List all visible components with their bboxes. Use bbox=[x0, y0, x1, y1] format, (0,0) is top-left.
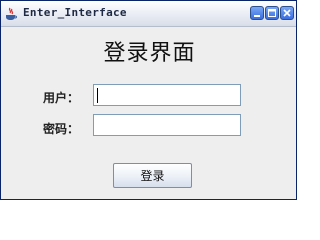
login-panel: 登录界面 用户： 密码： 登录 bbox=[1, 27, 296, 199]
text-caret bbox=[97, 88, 98, 103]
minimize-icon bbox=[254, 15, 260, 17]
maximize-button[interactable] bbox=[265, 6, 279, 20]
password-input[interactable] bbox=[93, 114, 241, 136]
window-title: Enter_Interface bbox=[23, 6, 127, 19]
close-icon bbox=[283, 9, 291, 17]
app-window: Enter_Interface 登录界面 用户： 密码： 登录 bbox=[0, 0, 297, 200]
user-input[interactable] bbox=[93, 84, 241, 106]
password-label: 密码： bbox=[43, 122, 80, 136]
page-title: 登录界面 bbox=[103, 41, 196, 66]
minimize-button[interactable] bbox=[250, 6, 264, 20]
title-bar[interactable]: Enter_Interface bbox=[1, 1, 296, 27]
maximize-icon bbox=[268, 9, 276, 17]
java-cup-icon bbox=[5, 6, 17, 20]
user-label: 用户： bbox=[43, 91, 80, 105]
login-button[interactable]: 登录 bbox=[113, 163, 192, 188]
close-button[interactable] bbox=[280, 6, 294, 20]
